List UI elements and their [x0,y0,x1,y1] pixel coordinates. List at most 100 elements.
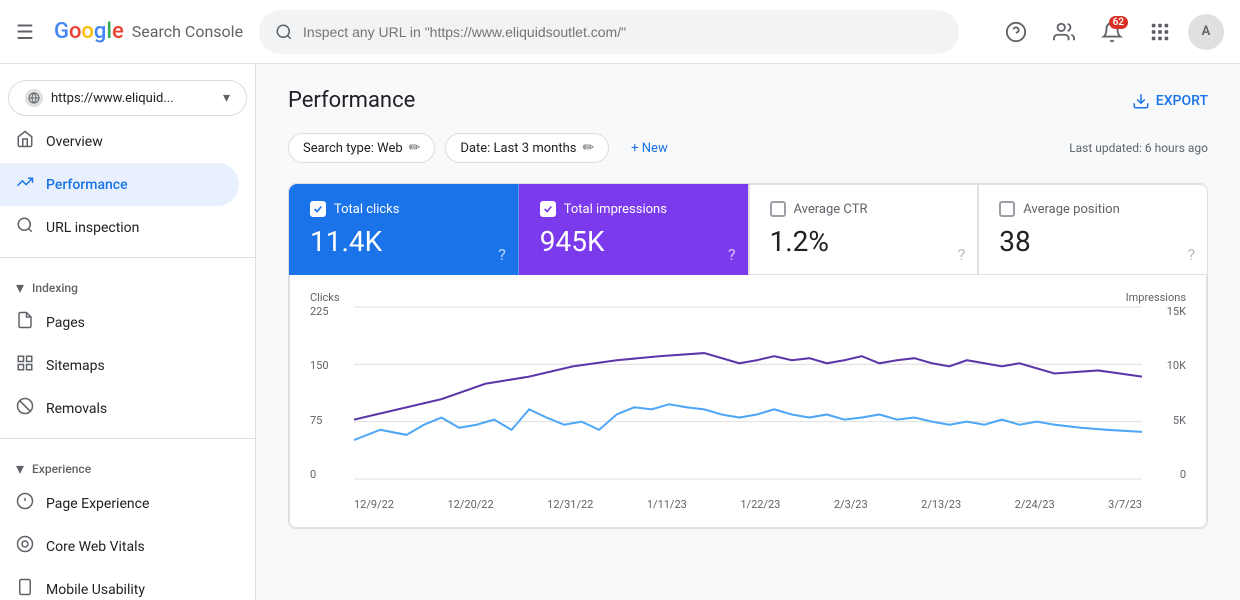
users-icon [1053,21,1075,43]
chart-svg [354,307,1142,481]
help-icon-4[interactable]: ? [1187,245,1195,264]
metric-card-total-impressions[interactable]: Total impressions 945K ? [519,184,749,275]
sitemaps-icon [16,354,34,377]
metric-value: 945K [540,225,728,258]
sidebar-item-label: URL inspection [46,220,139,236]
main-layout: https://www.eliquid... ▾ Overview Perfor… [0,64,1240,600]
sidebar-item-url-inspection[interactable]: URL inspection [0,206,239,249]
users-button[interactable] [1044,12,1084,52]
sidebar-item-label: Sitemaps [46,358,105,374]
sidebar-item-label: Mobile Usability [46,582,145,598]
header: ☰ Google Search Console 62 A [0,0,1240,64]
metric-value: 1.2% [770,225,958,258]
ctr-checkbox[interactable] [770,201,786,217]
sidebar-item-mobile-usability[interactable]: Mobile Usability [0,568,239,600]
chart-y-labels-right: 15K 10K 5K 0 [1146,305,1186,481]
apps-button[interactable] [1140,12,1180,52]
sidebar: https://www.eliquid... ▾ Overview Perfor… [0,64,256,600]
section-label: Experience [32,462,91,476]
nav-divider-2 [0,438,255,439]
section-label: Indexing [32,281,78,295]
chevron-down-icon: ▾ [16,278,24,297]
position-checkbox[interactable] [999,201,1015,217]
sidebar-item-performance[interactable]: Performance [0,163,239,206]
site-selector[interactable]: https://www.eliquid... ▾ [8,80,247,116]
metric-value: 11.4K [310,225,498,258]
search-input[interactable] [303,24,943,40]
export-label: EXPORT [1156,93,1208,109]
new-filter-button[interactable]: + New [619,135,680,162]
sidebar-item-label: Performance [46,177,128,193]
indexing-section-header[interactable]: ▾ Indexing [0,266,255,301]
new-label: + New [631,141,668,156]
clicks-checkbox[interactable] [310,201,326,217]
download-icon [1132,92,1150,110]
menu-icon[interactable]: ☰ [16,20,34,44]
sidebar-item-core-web-vitals[interactable]: Core Web Vitals [0,525,239,568]
help-button[interactable] [996,12,1036,52]
sidebar-item-overview[interactable]: Overview [0,120,239,163]
account-button[interactable]: A [1188,14,1224,50]
page-title: Performance [288,88,415,113]
home-icon [16,130,34,153]
search-type-label: Search type: Web [303,141,403,156]
sidebar-item-removals[interactable]: Removals [0,387,239,430]
chart-container: Clicks Impressions 225 150 75 0 15K 10K [289,275,1207,528]
notification-badge: 62 [1109,16,1128,29]
product-name: Search Console [132,22,243,41]
impressions-checkbox[interactable] [540,201,556,217]
apps-icon [1149,21,1171,43]
metric-card-avg-position[interactable]: Average position 38 ? [978,184,1207,275]
edit-icon-2: ✏ [582,140,594,156]
metric-label: Average position [1023,202,1120,217]
search-type-filter[interactable]: Search type: Web ✏ [288,133,435,163]
help-icon-2[interactable]: ? [728,245,736,264]
removals-icon [16,397,34,420]
metric-label: Total impressions [564,202,667,217]
chevron-down-icon-2: ▾ [16,459,24,478]
filters-row: Search type: Web ✏ Date: Last 3 months ✏… [288,133,1208,163]
dropdown-arrow-icon: ▾ [223,90,230,106]
help-icon [1005,21,1027,43]
search-bar[interactable] [259,10,959,54]
experience-section-header[interactable]: ▾ Experience [0,447,255,482]
logo: Google Search Console [54,19,243,44]
notifications-button[interactable]: 62 [1092,12,1132,52]
metric-cards: Total clicks 11.4K ? Total impressions 9… [289,184,1207,275]
content-area: Performance EXPORT Search type: Web ✏ Da… [256,64,1240,600]
mobile-icon [16,578,34,600]
content-header: Performance EXPORT [288,88,1208,113]
chart-area: Clicks Impressions 225 150 75 0 15K 10K [310,291,1186,511]
pages-icon [16,311,34,334]
last-updated-text: Last updated: 6 hours ago [1069,141,1208,155]
nav-divider [0,257,255,258]
chart-right-title: Impressions [1126,291,1186,304]
sidebar-item-label: Removals [46,401,107,417]
site-url: https://www.eliquid... [51,91,215,106]
sidebar-item-label: Overview [46,134,103,150]
metric-value: 38 [999,225,1187,258]
chart-y-labels-left: 225 150 75 0 [310,305,350,481]
sidebar-item-sitemaps[interactable]: Sitemaps [0,344,239,387]
metric-label: Average CTR [794,202,868,217]
search-icon [275,23,293,41]
chart-left-title: Clicks [310,291,340,304]
metric-label: Total clicks [334,202,399,217]
help-icon[interactable]: ? [498,245,506,264]
site-icon [25,89,43,107]
search-url-icon [16,216,34,239]
sidebar-item-page-experience[interactable]: Page Experience [0,482,239,525]
header-icons: 62 A [996,12,1224,52]
chart-x-labels: 12/9/22 12/20/22 12/31/22 1/11/23 1/22/2… [354,498,1142,511]
export-button[interactable]: EXPORT [1132,92,1208,110]
sidebar-item-pages[interactable]: Pages [0,301,239,344]
page-experience-icon [16,492,34,515]
metric-card-avg-ctr[interactable]: Average CTR 1.2% ? [749,184,979,275]
performance-icon [16,173,34,196]
sidebar-item-label: Pages [46,315,85,331]
core-web-vitals-icon [16,535,34,558]
help-icon-3[interactable]: ? [958,245,966,264]
sidebar-item-label: Page Experience [46,496,149,512]
date-filter[interactable]: Date: Last 3 months ✏ [445,133,609,163]
metric-card-total-clicks[interactable]: Total clicks 11.4K ? [289,184,519,275]
